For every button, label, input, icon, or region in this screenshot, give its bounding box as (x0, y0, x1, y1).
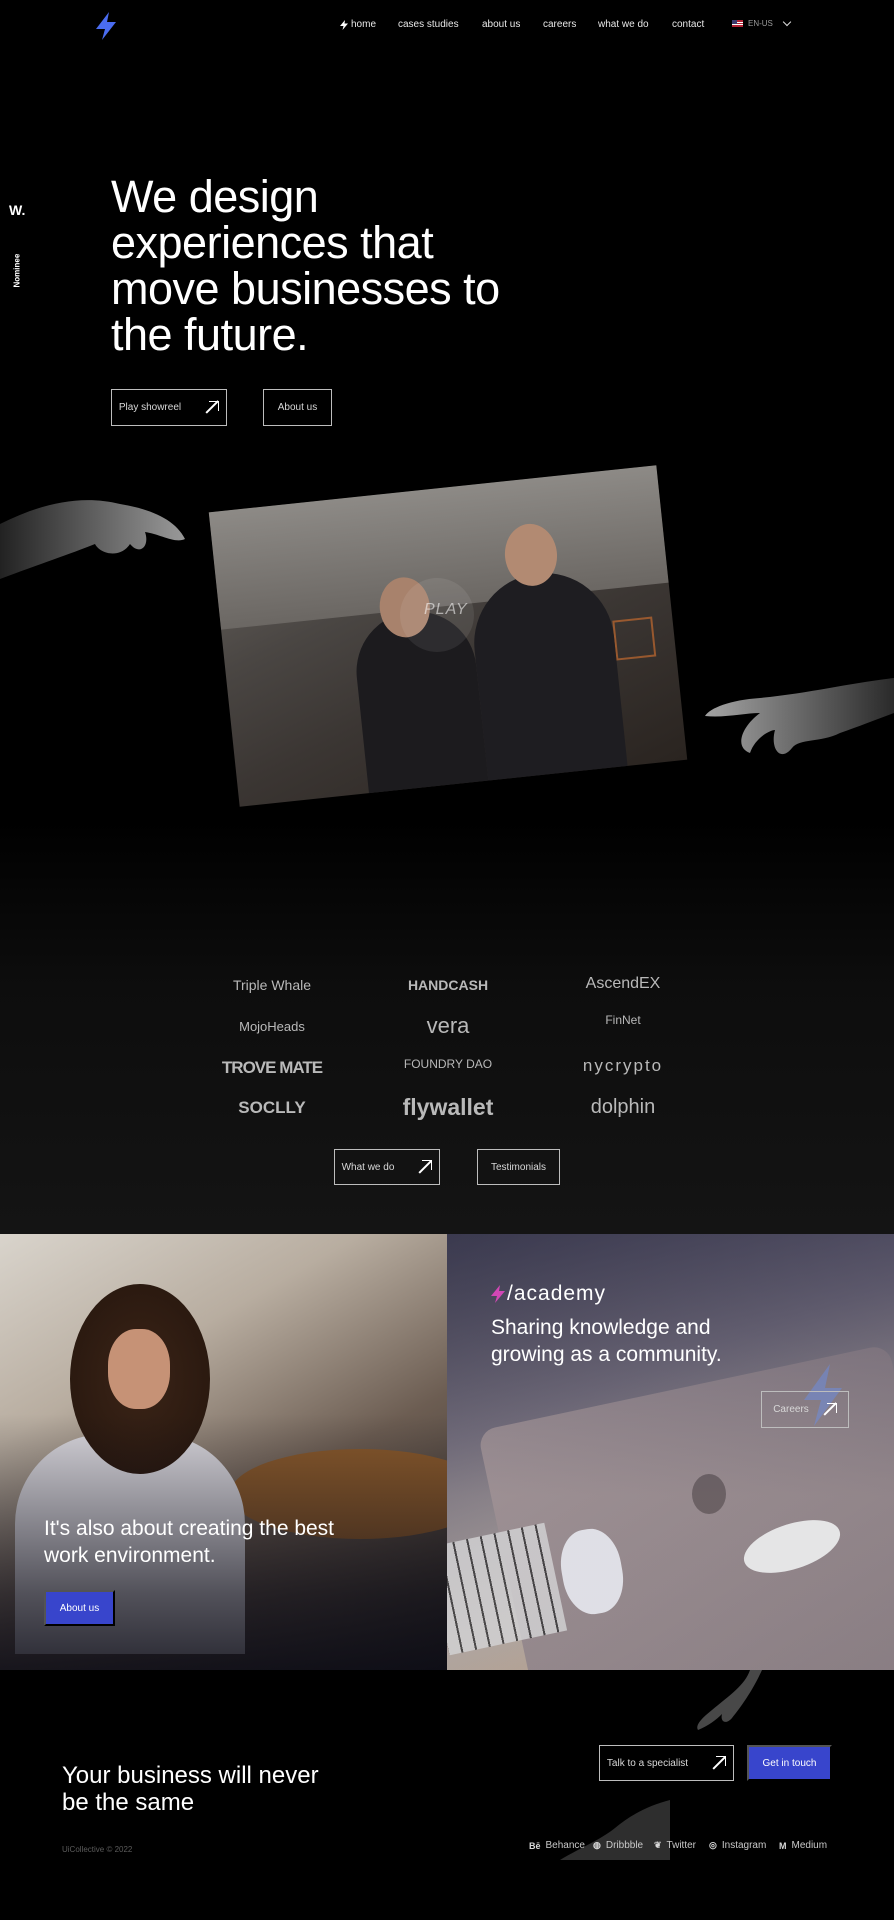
client-logo: SOCLLY (238, 1098, 306, 1117)
social-twitter-label: Twitter (666, 1840, 696, 1851)
instagram-icon: ◎ (709, 1840, 717, 1850)
nav-home[interactable]: home (340, 19, 376, 30)
copyright: UiCollective © 2022 (62, 1845, 133, 1854)
testimonials-label: Testimonials (490, 1161, 547, 1173)
us-flag-icon (732, 20, 743, 27)
about-us-label: About us (59, 1602, 100, 1614)
language-label: EN-US (748, 19, 773, 28)
social-behance[interactable]: Bē Behance (529, 1840, 585, 1851)
language-selector[interactable]: EN-US (732, 17, 792, 28)
client-logo: nycrypto (582, 1056, 664, 1075)
client-logo: dolphin (590, 1096, 656, 1118)
bolt-logo-icon[interactable] (94, 12, 118, 40)
arrow-up-right-icon (418, 1160, 433, 1174)
client-logo: flywallet (402, 1094, 494, 1120)
get-in-touch-button[interactable]: Get in touch (747, 1745, 832, 1781)
about-us-button[interactable]: About us (44, 1590, 115, 1626)
hero-title: We design experiences that move business… (111, 171, 500, 360)
social-twitter[interactable]: ❦ Twitter (654, 1840, 696, 1851)
bolt-icon (491, 1285, 505, 1303)
medium-icon: M (779, 1840, 787, 1851)
arrow-up-right-icon (712, 1756, 727, 1770)
social-behance-label: Behance (545, 1840, 585, 1851)
client-logo: MojoHeads (239, 1019, 305, 1034)
hand-image (697, 1670, 762, 1730)
client-logo: vera (426, 1013, 470, 1038)
nav-what-we-do[interactable]: what we do (598, 19, 649, 30)
hand-right-image (705, 678, 894, 755)
social-instagram-label: Instagram (721, 1840, 767, 1851)
careers-label: Careers (773, 1404, 809, 1415)
hand-image (560, 1800, 670, 1860)
nav-contact[interactable]: contact (672, 19, 704, 30)
nav-about-us[interactable]: about us (482, 19, 520, 30)
get-in-touch-label: Get in touch (762, 1757, 817, 1769)
nav-careers[interactable]: careers (543, 19, 576, 30)
play-showreel-label: Play showreel (118, 402, 182, 413)
nominee-label: Nominee (12, 253, 22, 288)
client-logo: HANDCASH (407, 977, 489, 993)
client-logo: FinNet (605, 1013, 641, 1027)
environment-text: It's also about creating the best work e… (44, 1517, 335, 1567)
client-logo: Triple Whale (232, 977, 312, 993)
nav-cases-studies[interactable]: cases studies (398, 19, 459, 30)
play-label[interactable]: PLAY (424, 601, 468, 619)
academy-tag: /academy (491, 1282, 606, 1306)
nav-home-label: home (351, 19, 377, 30)
client-logo: TROVE MATE (221, 1058, 323, 1077)
play-showreel-button[interactable]: Play showreel (111, 389, 227, 426)
social-medium[interactable]: M Medium (779, 1840, 827, 1851)
social-dribbble-label: Dribbble (605, 1840, 644, 1851)
social-dribbble[interactable]: ◍ Dribbble (593, 1840, 643, 1851)
footer-title: Your business will never be the same (62, 1762, 319, 1816)
social-medium-label: Medium (791, 1840, 828, 1851)
social-instagram[interactable]: ◎ Instagram (709, 1840, 766, 1851)
academy-tag-label: /academy (507, 1282, 607, 1305)
bolt-icon (340, 19, 348, 30)
careers-button[interactable]: Careers (761, 1391, 849, 1428)
twitter-icon: ❦ (654, 1840, 662, 1850)
behance-icon: Bē (529, 1840, 541, 1851)
testimonials-button[interactable]: Testimonials (477, 1149, 560, 1185)
about-us-label: About us (277, 402, 318, 413)
client-logo: FOUNDRY DAO (403, 1057, 493, 1071)
arrow-up-right-icon (205, 400, 220, 415)
arrow-up-right-icon (823, 1402, 837, 1417)
what-we-do-button[interactable]: What we do (334, 1149, 440, 1185)
about-us-button[interactable]: About us (263, 389, 332, 426)
dribbble-icon: ◍ (593, 1840, 601, 1850)
chevron-down-icon (782, 17, 792, 27)
client-logo: AscendEX (585, 975, 661, 992)
what-we-do-label: What we do (341, 1161, 395, 1173)
academy-text: Sharing knowledge and growing as a commu… (491, 1316, 722, 1366)
talk-to-specialist-button[interactable]: Talk to a specialist (599, 1745, 734, 1781)
awwwards-mark[interactable]: W. (9, 202, 25, 218)
talk-to-specialist-label: Talk to a specialist (606, 1757, 689, 1769)
hand-left-image (0, 500, 185, 579)
